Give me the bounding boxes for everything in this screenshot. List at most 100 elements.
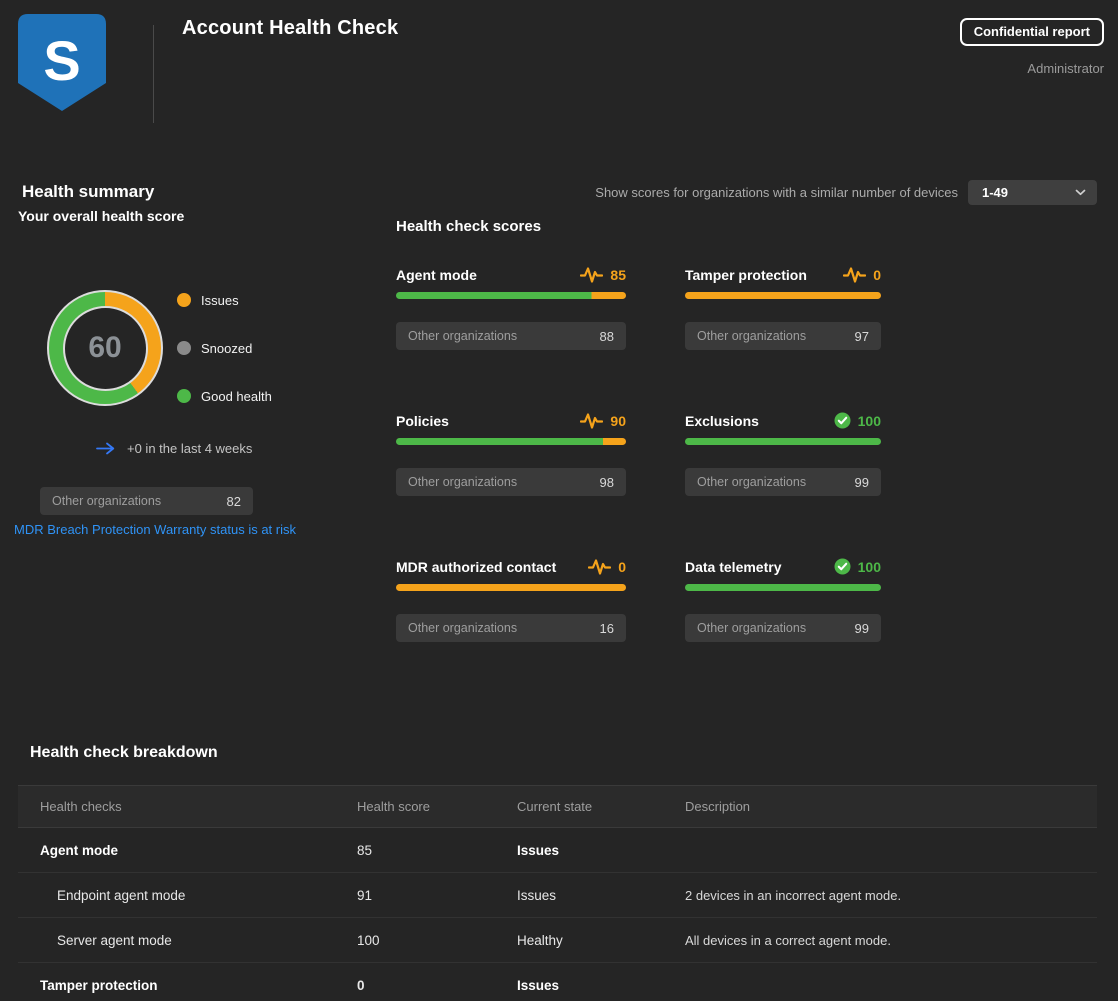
score-card-header: Policies 90 (396, 412, 626, 429)
table-column-header: Current state (517, 786, 685, 828)
score-card-title: Policies (396, 413, 449, 429)
device-filter-label: Show scores for organizations with a sim… (595, 185, 958, 200)
snoozed-dot-icon (177, 341, 191, 355)
score-progress-bar (685, 292, 881, 299)
score-progress-bar (685, 584, 881, 591)
card-benchmark: Other organizations 97 (685, 322, 881, 350)
score-card-header: Agent mode 85 (396, 266, 626, 283)
device-range-value: 1-49 (982, 185, 1008, 200)
table-row: Agent mode85Issues (18, 828, 1097, 873)
device-range-dropdown[interactable]: 1-49 (968, 180, 1097, 205)
benchmark-value: 88 (600, 329, 614, 344)
account-health-check-page: S Account Health Check Confidential repo… (0, 0, 1118, 1001)
score-value: 85 (610, 267, 626, 283)
legend-label: Issues (201, 293, 239, 308)
table-row: Server agent mode100HealthyAll devices i… (18, 918, 1097, 963)
administrator-label: Administrator (1027, 61, 1104, 76)
trend-arrow-icon (96, 442, 116, 455)
trend-indicator: +0 in the last 4 weeks (96, 441, 252, 456)
donut-legend: Issues Snoozed Good health (177, 293, 272, 437)
legend-item: Good health (177, 389, 272, 403)
health-check-breakdown-heading: Health check breakdown (30, 744, 218, 762)
benchmark-label: Other organizations (408, 329, 517, 343)
table-header-row: Health checksHealth scoreCurrent stateDe… (18, 786, 1097, 828)
mdr-warranty-warning-link[interactable]: MDR Breach Protection Warranty status is… (14, 522, 296, 537)
table-column-header: Health checks (18, 786, 357, 828)
score-card-score: 90 (580, 412, 626, 430)
table-row: Endpoint agent mode91Issues2 devices in … (18, 873, 1097, 918)
table-row: Tamper protection0Issues (18, 963, 1097, 1001)
score-card: Tamper protection 0 Other organizations … (685, 266, 881, 350)
overall-health-score-value: 60 (88, 331, 121, 365)
page-title: Account Health Check (182, 17, 398, 40)
issues-dot-icon (177, 293, 191, 307)
sophos-logo-icon: S (17, 13, 107, 113)
table-cell: Issues (517, 873, 685, 918)
score-card-title: Agent mode (396, 267, 477, 283)
pulse-icon (580, 266, 603, 284)
benchmark-label: Other organizations (52, 494, 161, 508)
score-value: 0 (873, 267, 881, 283)
check-circle-icon (834, 558, 851, 575)
score-card: Agent mode 85 Other organizations 88 (396, 266, 626, 350)
good-health-dot-icon (177, 389, 191, 403)
score-value: 100 (858, 559, 881, 575)
health-summary-heading: Health summary (22, 182, 154, 202)
svg-text:S: S (43, 29, 80, 92)
table-cell: Server agent mode (18, 918, 357, 963)
donut-center: 60 (63, 306, 148, 391)
card-benchmark: Other organizations 99 (685, 468, 881, 496)
benchmark-label: Other organizations (697, 475, 806, 489)
table-cell: Tamper protection (18, 963, 357, 1001)
table-cell: 100 (357, 918, 517, 963)
benchmark-value: 97 (855, 329, 869, 344)
score-card-title: Tamper protection (685, 267, 807, 283)
benchmark-value: 98 (600, 475, 614, 490)
table-cell: 0 (357, 963, 517, 1001)
score-card-score: 85 (580, 266, 626, 284)
score-card: MDR authorized contact 0 Other organizat… (396, 558, 626, 642)
table-column-header: Description (685, 786, 1097, 828)
health-check-scores-heading: Health check scores (396, 218, 541, 235)
breakdown-table: Health checksHealth scoreCurrent stateDe… (18, 785, 1097, 1001)
score-card: Exclusions 100 Other organizations 99 (685, 412, 881, 496)
score-card-score: 100 (834, 412, 881, 429)
benchmark-label: Other organizations (408, 475, 517, 489)
overall-health-score-subheading: Your overall health score (18, 208, 184, 224)
legend-item: Snoozed (177, 341, 272, 355)
table-cell: Endpoint agent mode (18, 873, 357, 918)
table-cell: Issues (517, 963, 685, 1001)
table-cell (685, 828, 1097, 873)
benchmark-label: Other organizations (408, 621, 517, 635)
score-card-score: 0 (588, 558, 626, 576)
legend-item: Issues (177, 293, 272, 307)
benchmark-value: 99 (855, 475, 869, 490)
score-cards-grid: Agent mode 85 Other organizations 88 Tam… (396, 266, 881, 642)
score-card-score: 0 (843, 266, 881, 284)
pulse-icon (588, 558, 611, 576)
score-card-title: Data telemetry (685, 559, 782, 575)
trend-text: +0 in the last 4 weeks (127, 441, 252, 456)
table-cell: Issues (517, 828, 685, 873)
table-column-header: Health score (357, 786, 517, 828)
benchmark-value: 99 (855, 621, 869, 636)
card-benchmark: Other organizations 88 (396, 322, 626, 350)
score-value: 0 (618, 559, 626, 575)
chevron-down-icon (1075, 189, 1086, 196)
score-card-header: Tamper protection 0 (685, 266, 881, 283)
confidential-report-button[interactable]: Confidential report (960, 18, 1104, 46)
score-card-header: Data telemetry 100 (685, 558, 881, 575)
card-benchmark: Other organizations 99 (685, 614, 881, 642)
legend-label: Snoozed (201, 341, 252, 356)
score-value: 90 (610, 413, 626, 429)
benchmark-value: 16 (600, 621, 614, 636)
overall-health-donut-chart: 60 (47, 290, 163, 406)
table-cell: Agent mode (18, 828, 357, 873)
score-card-title: MDR authorized contact (396, 559, 556, 575)
benchmark-value: 82 (227, 494, 241, 509)
card-benchmark: Other organizations 16 (396, 614, 626, 642)
score-progress-bar (396, 292, 626, 299)
header-divider (153, 25, 154, 123)
check-circle-icon (834, 412, 851, 429)
score-value: 100 (858, 413, 881, 429)
